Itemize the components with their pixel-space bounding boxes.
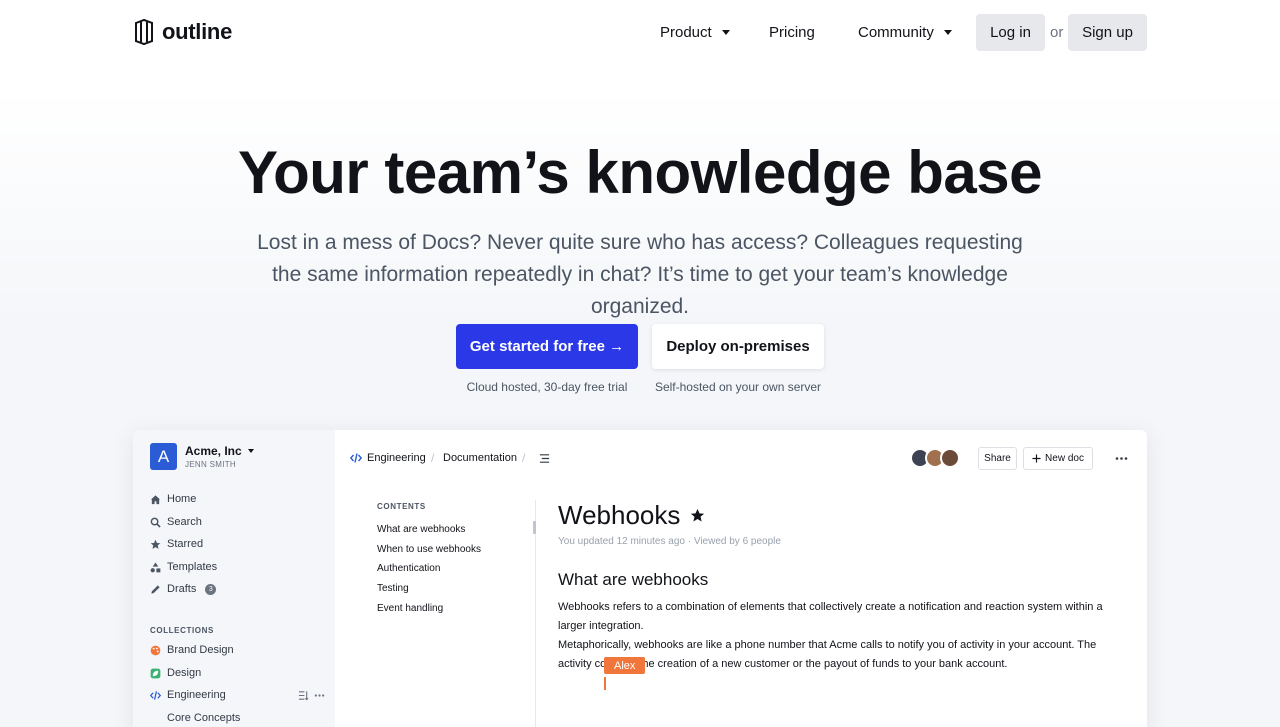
leaf-icon — [150, 668, 161, 678]
sidebar-item-home[interactable]: Home — [150, 493, 196, 505]
pencil-icon — [151, 584, 160, 594]
sidebar-item-label: Starred — [167, 538, 204, 550]
toc-active-marker — [533, 521, 536, 534]
signup-button[interactable]: Sign up — [1068, 14, 1147, 51]
collaborator-cursor-label: Alex — [604, 657, 646, 674]
breadcrumb-collection-label: Engineering — [367, 452, 426, 464]
deploy-on-premises-button[interactable]: Deploy on-premises — [652, 324, 824, 369]
search-icon — [150, 517, 161, 528]
new-doc-button[interactable]: New doc — [1023, 447, 1093, 470]
sidebar-item-label: Brand Design — [167, 644, 234, 656]
outline-logo-icon — [135, 18, 153, 46]
sidebar-item-engineering[interactable]: Engineering — [150, 689, 325, 701]
nav-product[interactable]: Product — [660, 24, 730, 41]
logo-text: outline — [162, 19, 233, 44]
drafts-count-badge: 3 — [205, 583, 217, 595]
shapes-icon — [150, 561, 161, 572]
collection-actions — [298, 690, 325, 701]
or-text: or — [1050, 24, 1064, 41]
breadcrumb-collection[interactable]: Engineering — [350, 452, 426, 464]
hero-title: Your team’s knowledge base — [238, 139, 1042, 206]
chevron-down-icon — [721, 30, 730, 35]
sidebar-item-search[interactable]: Search — [150, 516, 202, 528]
more-icon[interactable] — [1115, 453, 1128, 464]
sidebar-item-starred[interactable]: Starred — [150, 538, 203, 550]
breadcrumb-doc-label: Documentation — [443, 452, 517, 464]
toc-heading: CONTENTS — [377, 502, 426, 511]
home-icon — [150, 494, 161, 504]
sidebar-item-label: Templates — [167, 561, 218, 573]
breadcrumb-doc[interactable]: Documentation — [443, 452, 517, 464]
toc-item[interactable]: Testing — [377, 583, 409, 594]
doc-meta: You updated 12 minutes ago · Viewed by 6… — [558, 536, 781, 547]
top-nav: outline Product Pricing Community Log in… — [0, 0, 1280, 66]
sidebar-item-label: Design — [167, 667, 202, 679]
share-button[interactable]: Share — [978, 447, 1017, 470]
nav-product-label: Product — [660, 24, 712, 41]
star-icon[interactable] — [690, 508, 705, 523]
nav-pricing-label: Pricing — [769, 24, 815, 41]
sidebar-item-label: Search — [167, 516, 202, 528]
login-button[interactable]: Log in — [976, 14, 1045, 51]
avatar — [940, 448, 960, 468]
plus-icon — [1032, 454, 1041, 463]
sidebar-item-drafts[interactable]: Drafts 3 — [150, 583, 217, 595]
sidebar-item-templates[interactable]: Templates — [150, 561, 217, 573]
toc-divider — [535, 500, 536, 727]
sort-icon[interactable] — [298, 690, 309, 701]
breadcrumb-separator: / — [431, 451, 435, 465]
more-icon[interactable] — [314, 690, 325, 701]
doc-title-row: Webhooks — [558, 500, 705, 531]
star-icon — [150, 539, 161, 549]
palette-icon — [150, 645, 161, 655]
sidebar-item-label: Drafts — [167, 583, 197, 595]
sidebar-item-label: Home — [167, 493, 197, 505]
team-name: Acme, Inc — [185, 444, 242, 458]
hero-subtitle: Lost in a mess of Docs? Never quite sure… — [257, 231, 1023, 318]
cta-secondary-note: Self-hosted on your own server — [654, 380, 822, 394]
toc-item[interactable]: What are webhooks — [377, 524, 465, 535]
logo[interactable]: outline — [133, 18, 232, 46]
cta-primary-note: Cloud hosted, 30-day free trial — [466, 380, 628, 394]
breadcrumb-separator: / — [522, 451, 526, 465]
chevron-down-icon — [943, 30, 952, 35]
team-user: JENN SMITH — [185, 460, 236, 469]
team-name-row: Acme, Inc — [185, 444, 254, 458]
chevron-down-icon — [247, 449, 254, 453]
toc-item[interactable]: Event handling — [377, 603, 443, 614]
collaborator-cursor — [604, 677, 606, 690]
nav-community[interactable]: Community — [858, 24, 952, 41]
nav-pricing[interactable]: Pricing — [769, 24, 815, 41]
sidebar-item-label: Engineering — [167, 689, 226, 701]
doc-paragraph[interactable]: Webhooks refers to a combination of elem… — [558, 598, 1103, 636]
app-preview: A Acme, Inc JENN SMITH Home Search Starr… — [133, 430, 1147, 727]
new-doc-label: New doc — [1045, 453, 1084, 464]
sidebar: A Acme, Inc JENN SMITH Home Search Starr… — [133, 430, 335, 727]
code-icon — [350, 453, 362, 463]
collections-heading: COLLECTIONS — [150, 626, 214, 635]
team-avatar: A — [150, 443, 177, 470]
doc-title[interactable]: Webhooks — [558, 500, 680, 531]
nav-community-label: Community — [858, 24, 934, 41]
doc-heading: What are webhooks — [558, 570, 709, 589]
sidebar-item-core-concepts[interactable]: Core Concepts — [167, 712, 240, 724]
toc-item[interactable]: When to use webhooks — [377, 544, 481, 555]
collaborator-avatars — [910, 448, 960, 468]
get-started-button[interactable]: Get started for free → — [456, 324, 638, 369]
sidebar-item-label: Core Concepts — [167, 712, 241, 724]
team-switcher[interactable]: A Acme, Inc JENN SMITH — [150, 443, 254, 470]
sidebar-item-brand-design[interactable]: Brand Design — [150, 644, 234, 656]
toc-item[interactable]: Authentication — [377, 563, 440, 574]
code-icon — [150, 690, 161, 700]
menu-icon[interactable] — [539, 453, 550, 464]
sidebar-item-design[interactable]: Design — [150, 667, 201, 679]
